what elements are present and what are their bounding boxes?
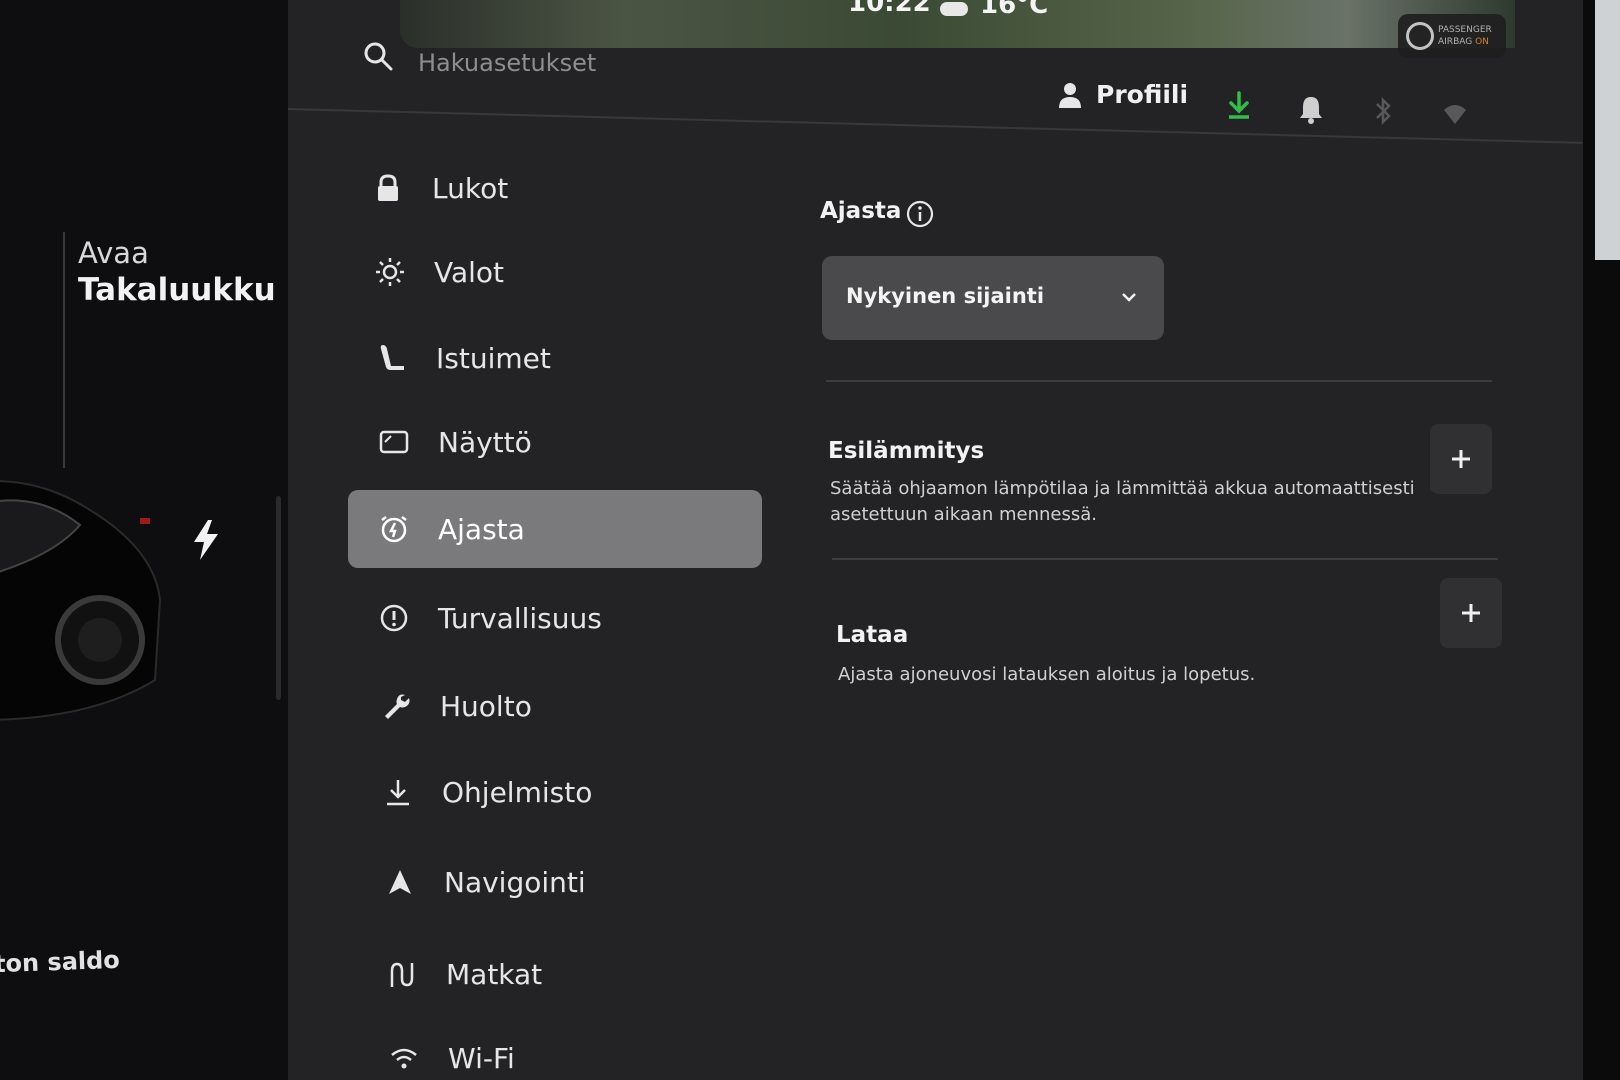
charge-title: Lataa (836, 622, 909, 648)
nav-item-huolto[interactable]: Huolto (376, 676, 756, 736)
charging-bolt-icon (194, 520, 218, 560)
add-preheat-button[interactable] (1430, 424, 1492, 494)
nav-item-ajasta[interactable]: Ajasta (348, 490, 762, 568)
nav-item-wifi[interactable]: Wi-Fi (384, 1028, 764, 1080)
person-icon (1059, 82, 1081, 108)
search-input[interactable] (418, 46, 838, 80)
nav-item-valot[interactable]: Valot (370, 242, 750, 302)
pane-scrollbar[interactable] (276, 496, 281, 700)
nav-item-istuimet[interactable]: Istuimet (372, 328, 752, 388)
nav-label: Ajasta (438, 512, 525, 546)
nav-item-ohjelmisto[interactable]: Ohjelmisto (378, 762, 758, 822)
trunk-button[interactable]: Takaluukku (78, 272, 276, 308)
nav-label: Valot (434, 255, 505, 289)
search-icon[interactable] (362, 40, 394, 72)
alarm-clock-icon (381, 516, 407, 543)
charge-description: Ajasta ajoneuvosi latauksen aloitus ja l… (838, 664, 1256, 685)
bell-icon[interactable] (1298, 94, 1324, 124)
info-icon[interactable] (906, 200, 934, 228)
preheat-title: Esilämmitys (828, 438, 985, 464)
outside-temperature: 16°C (980, 0, 1049, 20)
location-dropdown-value: Nykyinen sijainti (846, 284, 1045, 308)
wifi-icon (391, 1048, 417, 1069)
sun-icon (376, 258, 404, 286)
chevron-down-icon (1122, 293, 1136, 302)
nav-label: Ohjelmisto (442, 775, 593, 809)
nav-item-turvallisuus[interactable]: Turvallisuus (374, 588, 754, 648)
bluetooth-icon[interactable] (1370, 96, 1396, 126)
add-charge-button[interactable] (1440, 578, 1502, 648)
section-divider (832, 558, 1498, 560)
wifi-icon[interactable] (1442, 100, 1468, 130)
clock-time: 10:22 (848, 0, 931, 18)
nav-label: Lukot (432, 171, 509, 205)
trunk-open-label[interactable]: Avaa (78, 236, 149, 270)
profile-label: Profiili (1096, 80, 1189, 109)
location-dropdown[interactable]: Nykyinen sijainti (822, 256, 1164, 340)
section-divider (826, 380, 1492, 382)
airbag-icon (1406, 22, 1434, 50)
seat-icon (380, 345, 404, 370)
download-icon (387, 780, 409, 806)
trunk-divider (63, 232, 65, 468)
cloud-icon (940, 2, 968, 16)
lock-icon (378, 174, 398, 201)
display-icon (379, 430, 409, 454)
preheat-description: Säätää ohjaamon lämpötilaa ja lämmittää … (830, 478, 1415, 525)
nav-label: Wi-Fi (448, 1041, 515, 1075)
profile-button[interactable]: Profiili (1058, 80, 1188, 109)
nav-item-navigointi[interactable]: Navigointi (380, 852, 760, 912)
trips-icon (390, 962, 414, 987)
nav-label: Istuimet (436, 341, 551, 375)
nav-item-matkat[interactable]: Matkat (382, 944, 762, 1004)
car-pane: Avaa Takaluukku ton saldo (0, 0, 288, 1080)
plus-icon (1452, 450, 1470, 468)
nav-label: Navigointi (444, 865, 586, 899)
plus-icon (1462, 604, 1480, 622)
nav-label: Turvallisuus (438, 601, 602, 635)
wrench-icon (385, 694, 410, 719)
nav-label: Huolto (440, 689, 532, 723)
nav-item-lukot[interactable]: Lukot (368, 158, 748, 218)
alert-circle-icon (380, 604, 408, 632)
nav-label: Näyttö (438, 425, 532, 459)
navigation-arrow-icon (389, 870, 411, 894)
nav-item-naytto[interactable]: Näyttö (374, 412, 754, 472)
software-download-icon[interactable] (1226, 90, 1252, 120)
car-image (0, 480, 162, 721)
balance-label: ton saldo (0, 945, 121, 979)
page-title: Ajasta (820, 198, 902, 224)
passenger-airbag-indicator: PASSENGER AIRBAG ON (1398, 14, 1506, 58)
nav-label: Matkat (446, 957, 543, 991)
screen-bezel (1583, 0, 1620, 1080)
